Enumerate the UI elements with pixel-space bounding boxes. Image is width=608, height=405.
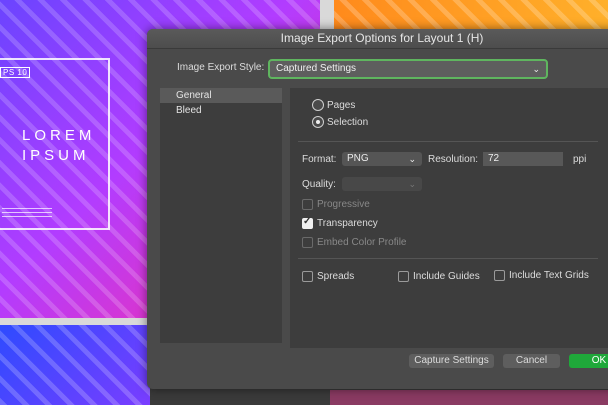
artwork-fine-text <box>2 208 52 218</box>
ok-button[interactable]: OK <box>569 354 608 368</box>
divider <box>298 141 598 142</box>
dialog-title: Image Export Options for Layout 1 (H) <box>147 29 608 49</box>
chevron-down-icon: ⌄ <box>408 154 416 164</box>
sidebar-item-bleed[interactable]: Bleed <box>160 103 282 118</box>
sidebar-item-general[interactable]: General <box>160 88 282 103</box>
capture-settings-button[interactable]: Capture Settings <box>409 354 494 368</box>
chevron-down-icon: ⌄ <box>408 179 416 189</box>
transparency-checkbox[interactable] <box>302 216 313 229</box>
embed-color-profile-label: Embed Color Profile <box>317 237 407 248</box>
spreads-checkbox[interactable] <box>302 271 313 282</box>
radio-selection-label: Selection <box>327 117 369 128</box>
radio-pages-label: Pages <box>327 100 356 111</box>
cancel-button[interactable]: Cancel <box>503 354 560 368</box>
progressive-label: Progressive <box>317 199 370 210</box>
format-label: Format: <box>302 154 337 165</box>
resolution-unit: ppi <box>573 154 587 165</box>
chevron-down-icon: ⌄ <box>532 64 540 74</box>
format-value: PNG <box>347 153 369 164</box>
include-guides-checkbox[interactable] <box>398 271 409 282</box>
general-panel: Pages Selection Format: PNG ⌄ Resolution… <box>290 88 608 348</box>
progressive-checkbox[interactable] <box>302 199 313 210</box>
document-page-blue <box>0 325 150 405</box>
radio-selection[interactable] <box>312 116 324 128</box>
document-page-bottom <box>330 390 608 405</box>
quality-dropdown[interactable]: ⌄ <box>342 177 422 191</box>
resolution-label: Resolution: <box>428 154 479 165</box>
embed-color-profile-checkbox[interactable] <box>302 237 313 248</box>
include-text-grids-label: Include Text Grids <box>509 270 589 281</box>
ps-tag: PS 10 <box>0 67 31 78</box>
artwork-headline-line2: IPSUM <box>22 147 90 164</box>
format-dropdown[interactable]: PNG ⌄ <box>342 152 422 166</box>
include-text-grids-checkbox[interactable] <box>494 270 505 281</box>
export-style-value: Captured Settings <box>276 63 357 74</box>
options-sidebar: General Bleed <box>160 88 282 343</box>
transparency-label: Transparency <box>317 218 378 229</box>
resolution-input[interactable]: 72 <box>483 152 563 166</box>
divider <box>298 258 598 259</box>
export-style-label: Image Export Style: <box>177 62 265 73</box>
quality-label: Quality: <box>302 179 336 190</box>
include-guides-label: Include Guides <box>413 271 480 282</box>
spreads-label: Spreads <box>317 271 355 282</box>
artwork-headline-line1: LOREM <box>22 127 96 144</box>
image-export-options-dialog: Image Export Options for Layout 1 (H) Im… <box>147 29 608 389</box>
text-frame <box>0 58 110 230</box>
export-style-dropdown[interactable]: Captured Settings ⌄ <box>268 59 548 79</box>
radio-pages[interactable] <box>312 99 324 111</box>
